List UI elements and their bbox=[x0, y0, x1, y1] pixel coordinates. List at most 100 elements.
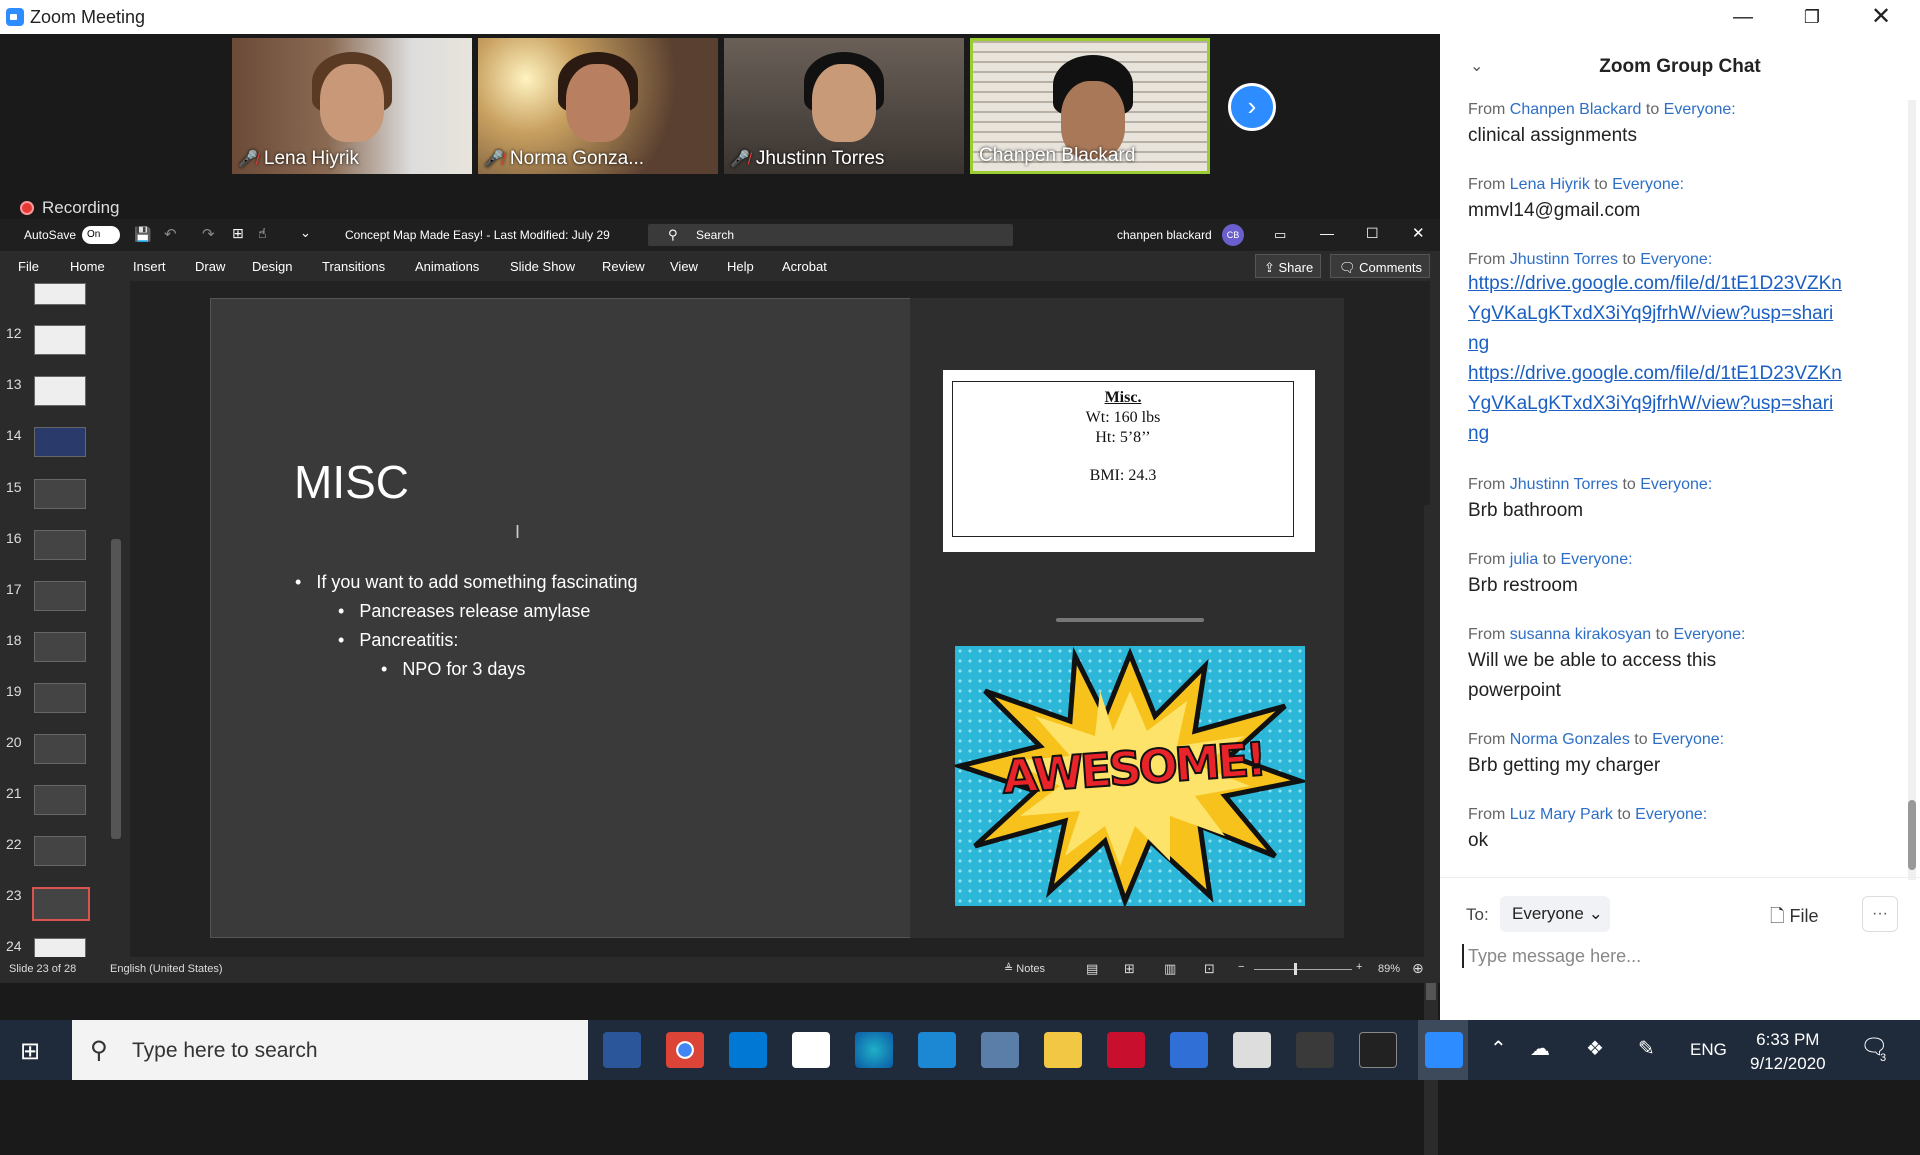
more-options-button[interactable]: ··· bbox=[1862, 896, 1898, 932]
slide-thumbnail[interactable] bbox=[34, 376, 86, 406]
word-icon[interactable] bbox=[603, 1032, 641, 1068]
ppt-minimize-button[interactable]: — bbox=[1320, 225, 1334, 241]
slide-thumbnail[interactable] bbox=[34, 836, 86, 866]
slideshow-view-icon[interactable]: ⊡ bbox=[1204, 961, 1215, 977]
zoom-slider[interactable] bbox=[1254, 969, 1352, 970]
show-hidden-icons-icon[interactable]: ⌃ bbox=[1490, 1036, 1507, 1061]
autosave-toggle[interactable]: On bbox=[82, 226, 120, 244]
ppt-close-button[interactable]: ✕ bbox=[1412, 224, 1425, 242]
slide-title[interactable]: MISC bbox=[294, 455, 409, 509]
input-language[interactable]: ENG bbox=[1690, 1040, 1727, 1060]
notes-button[interactable]: ≜ Notes bbox=[1004, 962, 1045, 975]
touch-mode-icon[interactable]: ☝ bbox=[258, 225, 267, 242]
snip-icon[interactable] bbox=[1296, 1032, 1334, 1068]
chat-message-input[interactable]: Type message here... bbox=[1468, 946, 1641, 967]
slide-thumbnail-selected[interactable] bbox=[32, 887, 90, 921]
edge-icon[interactable] bbox=[855, 1032, 893, 1068]
bullet-level-2[interactable]: • Pancreatitis: bbox=[338, 630, 458, 651]
taskbar-clock[interactable]: 6:33 PM 9/12/2020 bbox=[1750, 1028, 1826, 1076]
app-icon[interactable] bbox=[1170, 1032, 1208, 1068]
paint-icon[interactable] bbox=[1233, 1032, 1271, 1068]
file-button[interactable]: 🗋 File bbox=[1770, 904, 1819, 934]
slide-thumbnail[interactable] bbox=[34, 734, 86, 764]
windows-start-icon[interactable]: ⊞ bbox=[20, 1037, 40, 1066]
tab-review[interactable]: Review bbox=[602, 259, 645, 274]
slide-thumbnail[interactable] bbox=[34, 785, 86, 815]
save-icon[interactable]: 💾 bbox=[134, 226, 151, 243]
zoom-level[interactable]: 89% bbox=[1378, 963, 1400, 975]
language-status[interactable]: English (United States) bbox=[110, 963, 223, 975]
tab-file[interactable]: File bbox=[18, 259, 39, 274]
chat-scrollbar[interactable] bbox=[1908, 100, 1916, 880]
zoom-in-icon[interactable]: + bbox=[1356, 961, 1362, 973]
thumbnails-scrollbar[interactable] bbox=[110, 289, 122, 957]
tab-help[interactable]: Help bbox=[727, 259, 754, 274]
participant-tile[interactable]: 🎤̸ Jhustinn Torres bbox=[724, 38, 964, 174]
slide-thumbnail[interactable] bbox=[34, 325, 86, 355]
slide-thumbnail[interactable] bbox=[34, 283, 86, 305]
dropbox-icon[interactable]: ❖ bbox=[1586, 1036, 1604, 1061]
slide-thumbnail[interactable] bbox=[34, 938, 86, 957]
file-explorer-icon[interactable] bbox=[1044, 1032, 1082, 1068]
slide-thumbnail[interactable] bbox=[34, 479, 86, 509]
restore-button[interactable]: ❐ bbox=[1784, 0, 1840, 34]
tab-slide-show[interactable]: Slide Show bbox=[510, 259, 575, 274]
pen-icon[interactable]: ✎ bbox=[1638, 1036, 1655, 1061]
slide-thumbnails-pane[interactable]: 12 13 14 15 16 17 18 19 20 21 22 23 24 bbox=[0, 281, 110, 957]
slide-sorter-icon[interactable]: ⊞ bbox=[1124, 961, 1135, 977]
participant-tile[interactable]: 🎤̸ Lena Hiyrik bbox=[232, 38, 472, 174]
tab-draw[interactable]: Draw bbox=[195, 259, 225, 274]
document-title[interactable]: Concept Map Made Easy! - Last Modified: … bbox=[345, 228, 610, 242]
network-icon[interactable] bbox=[981, 1032, 1019, 1068]
tab-insert[interactable]: Insert bbox=[133, 259, 166, 274]
reading-view-icon[interactable]: ▥ bbox=[1164, 961, 1176, 977]
bullet-level-3[interactable]: • NPO for 3 days bbox=[381, 659, 525, 680]
taskbar-search[interactable]: ⚲ Type here to search bbox=[72, 1020, 588, 1080]
minimize-button[interactable]: — bbox=[1715, 0, 1771, 34]
normal-view-icon[interactable]: ▤ bbox=[1086, 961, 1098, 977]
slide-thumbnail[interactable] bbox=[34, 632, 86, 662]
tab-view[interactable]: View bbox=[670, 259, 698, 274]
undo-icon[interactable]: ↶ bbox=[164, 225, 177, 243]
cloud-icon[interactable]: ☁ bbox=[1530, 1036, 1550, 1061]
chat-link[interactable]: https://drive.google.com/file/d/1tE1D23V… bbox=[1468, 359, 1843, 449]
chat-link[interactable]: https://drive.google.com/file/d/1tE1D23V… bbox=[1468, 269, 1843, 359]
mail-icon[interactable] bbox=[729, 1032, 767, 1068]
tab-home[interactable]: Home bbox=[70, 259, 105, 274]
tab-transitions[interactable]: Transitions bbox=[322, 259, 385, 274]
zoom-slider-thumb[interactable] bbox=[1294, 963, 1297, 975]
close-button[interactable]: ✕ bbox=[1853, 0, 1909, 34]
participant-tile-active[interactable]: Chanpen Blackard bbox=[970, 38, 1210, 174]
store-icon[interactable] bbox=[792, 1032, 830, 1068]
participant-tile[interactable]: 🎤̸ Norma Gonza... bbox=[478, 38, 718, 174]
comments-button[interactable]: 🗨 Comments bbox=[1330, 254, 1430, 278]
slide-thumbnail[interactable] bbox=[34, 530, 86, 560]
bullet-level-1[interactable]: • If you want to add something fascinati… bbox=[295, 572, 638, 593]
avatar[interactable]: CB bbox=[1222, 224, 1244, 246]
tab-design[interactable]: Design bbox=[252, 259, 292, 274]
fit-slide-icon[interactable]: ⊕ bbox=[1412, 960, 1424, 977]
recipient-dropdown[interactable]: Everyone ⌄ bbox=[1500, 896, 1610, 932]
slide-thumbnail[interactable] bbox=[34, 581, 86, 611]
ppt-maximize-button[interactable]: ☐ bbox=[1366, 225, 1379, 242]
tab-acrobat[interactable]: Acrobat bbox=[782, 259, 827, 274]
slide-thumbnail[interactable] bbox=[34, 683, 86, 713]
customize-toolbar-icon[interactable]: ⌄ bbox=[300, 225, 311, 241]
mcafee-icon[interactable] bbox=[1107, 1032, 1145, 1068]
blackboard-icon[interactable] bbox=[1359, 1032, 1397, 1068]
chrome-icon[interactable] bbox=[666, 1032, 704, 1068]
share-button[interactable]: ⇪ Share bbox=[1255, 254, 1321, 278]
tab-animations[interactable]: Animations bbox=[415, 259, 479, 274]
present-icon[interactable]: ⊞ bbox=[232, 225, 244, 242]
participant-name: Lena Hiyrik bbox=[263, 148, 359, 169]
zoom-out-icon[interactable]: − bbox=[1238, 961, 1244, 973]
ppt-search-box[interactable]: ⚲ Search bbox=[648, 224, 1013, 246]
next-participants-button[interactable]: › bbox=[1228, 83, 1276, 131]
slide-thumbnail[interactable] bbox=[34, 427, 86, 457]
redo-icon[interactable]: ↷ bbox=[202, 225, 215, 243]
user-name[interactable]: chanpen blackard bbox=[1117, 228, 1212, 242]
ribbon-display-icon[interactable]: ▭ bbox=[1274, 227, 1286, 243]
bullet-level-2[interactable]: • Pancreases release amylase bbox=[338, 601, 590, 622]
lockdown-browser-icon[interactable] bbox=[918, 1032, 956, 1068]
awesome-image[interactable]: AWESOME! bbox=[955, 646, 1305, 906]
